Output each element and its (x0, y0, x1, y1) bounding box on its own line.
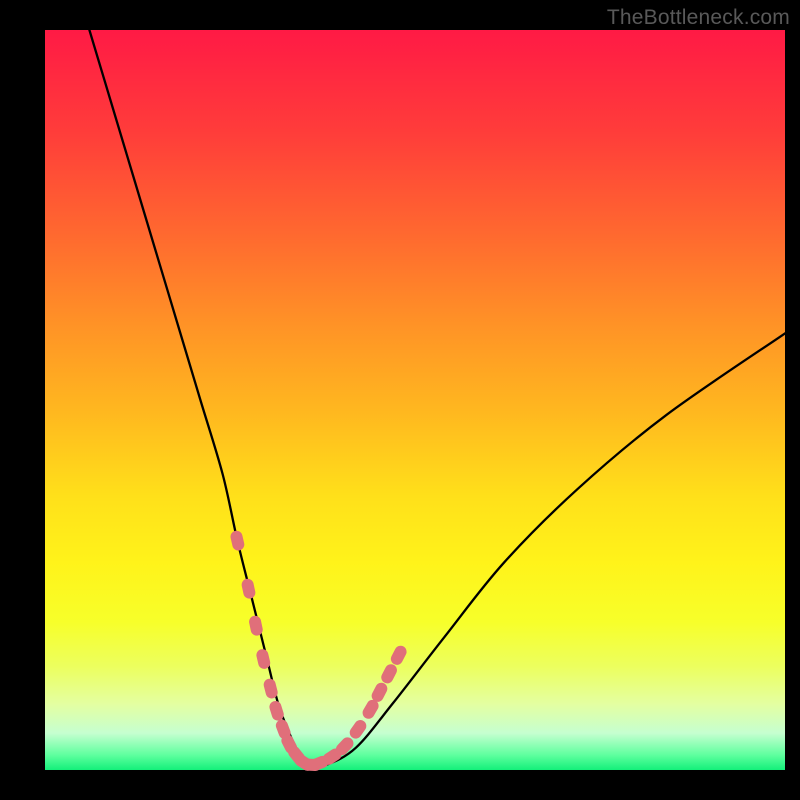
chart-frame: TheBottleneck.com (0, 0, 800, 800)
curve-marker (379, 662, 399, 685)
curve-marker (229, 530, 245, 552)
watermark-text: TheBottleneck.com (607, 6, 790, 30)
curve-marker (389, 644, 409, 667)
highlighted-points (229, 530, 408, 774)
curve-marker (241, 578, 257, 600)
bottleneck-curve (89, 30, 785, 767)
plot-area (45, 30, 785, 770)
curve-layer (45, 30, 785, 770)
bottleneck-curve-path (89, 30, 785, 767)
